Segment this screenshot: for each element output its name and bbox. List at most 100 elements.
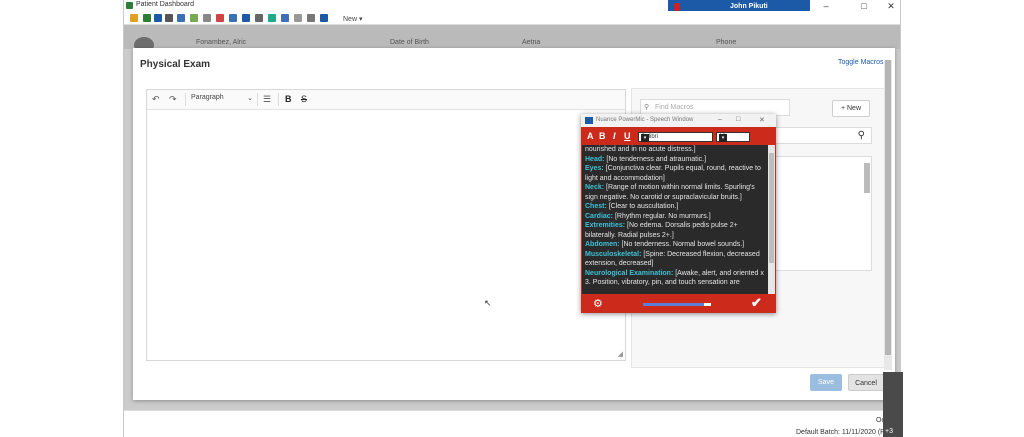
gear-icon[interactable]: ⚙ xyxy=(593,297,603,310)
chevron-down-icon: ⌄ xyxy=(247,95,253,102)
settings-icon[interactable] xyxy=(307,14,315,22)
speech-line: Head: [No tenderness and atraumatic.] xyxy=(585,155,766,165)
new-icon[interactable] xyxy=(130,14,138,22)
audio-level-fill xyxy=(643,303,705,306)
grid-icon[interactable] xyxy=(242,14,250,22)
speech-footer: ⚙ ✔ xyxy=(581,295,776,313)
speech-window-titlebar[interactable]: Nuance PowerMic - Speech Window – □ ✕ xyxy=(581,114,776,127)
bold-button[interactable]: B xyxy=(285,94,292,104)
minimize-button[interactable]: – xyxy=(819,1,833,11)
minimize-button[interactable]: – xyxy=(718,116,722,123)
notification-count[interactable]: +3 xyxy=(885,428,893,435)
list-icon[interactable]: ☰ xyxy=(263,94,271,105)
search-icon: ⚲ xyxy=(644,104,650,111)
folder-icon[interactable] xyxy=(255,14,263,22)
toggle-macros-link[interactable]: Toggle Macros xyxy=(838,59,884,66)
speech-line: Extremities: [No edema. Dorsalis pedis p… xyxy=(585,221,766,240)
modal-title: Physical Exam xyxy=(140,59,211,70)
font-size-select[interactable]: 12 ▾ xyxy=(716,132,750,142)
document-icon[interactable] xyxy=(229,14,237,22)
exam-editor[interactable]: ↶ ↷ Paragraph ⌄ ☰ B S ◢ xyxy=(146,89,626,361)
app-icon xyxy=(126,2,133,9)
lock-icon[interactable] xyxy=(165,14,173,22)
section-label: Neurological Examination: xyxy=(585,269,674,277)
editor-toolbar: ↶ ↷ Paragraph ⌄ ☰ B S xyxy=(147,90,625,110)
patient-dashboard-window: Patient Dashboard John Pikuti – □ ✕ New … xyxy=(123,0,901,437)
section-text: [Rhythm regular. No murmurs.] xyxy=(613,212,711,220)
new-dropdown[interactable]: New ▾ xyxy=(343,15,362,23)
macro-search-box[interactable]: ⚲ xyxy=(762,127,872,144)
section-text: nourished and in no acute distress.] xyxy=(585,146,696,153)
tools-icon[interactable] xyxy=(294,14,302,22)
mail-icon[interactable] xyxy=(268,14,276,22)
save-button[interactable]: Save xyxy=(810,374,842,391)
section-label: Cardiac: xyxy=(585,212,614,220)
paragraph-label: Paragraph xyxy=(191,94,224,101)
section-label: Musculoskeletal: xyxy=(585,250,642,258)
scrollbar-thumb[interactable] xyxy=(885,60,891,355)
modal-scrollbar[interactable] xyxy=(884,60,892,370)
window-title: Patient Dashboard xyxy=(136,1,194,8)
divider xyxy=(185,93,186,106)
speech-line: Musculoskeletal: [Spine: Decreased flexi… xyxy=(585,250,766,269)
speech-app-icon xyxy=(585,117,593,124)
speech-line: Eyes: [Conjunctiva clear. Pupils equal, … xyxy=(585,164,766,183)
section-label: Extremities: xyxy=(585,222,626,229)
chart-icon[interactable] xyxy=(190,14,198,22)
calendar-icon[interactable] xyxy=(177,14,185,22)
search-icon[interactable]: ⚲ xyxy=(858,130,865,141)
speech-line: Cardiac: [Rhythm regular. No murmurs.] xyxy=(585,212,766,222)
speech-window-title: Nuance PowerMic - Speech Window xyxy=(596,117,694,123)
tasks-icon[interactable] xyxy=(281,14,289,22)
section-label: Abdomen: xyxy=(585,241,620,248)
print-icon[interactable] xyxy=(203,14,211,22)
section-text: [Conjunctiva clear. Pupils equal, round,… xyxy=(585,165,761,182)
underline-button[interactable]: U xyxy=(624,131,631,141)
chevron-down-icon: ▾ xyxy=(641,134,649,142)
speech-line: nourished and in no acute distress.] xyxy=(585,145,766,155)
main-toolbar: New ▾ xyxy=(124,11,900,25)
font-select[interactable]: Calibri ▾ xyxy=(638,132,713,142)
speech-line: Neck: [Range of motion within normal lim… xyxy=(585,183,766,202)
mouse-cursor-icon: ↖ xyxy=(484,298,492,308)
font-color-button[interactable]: A xyxy=(587,131,594,141)
chevron-down-icon: ▾ xyxy=(719,134,727,142)
status-bar: Oc Default Batch: 11/11/2020 (Pikuti) xyxy=(124,410,900,437)
maximize-button[interactable]: □ xyxy=(736,116,740,123)
section-text: [Range of motion within normal limits. S… xyxy=(585,184,755,201)
speech-text-area[interactable]: nourished and in no acute distress.] Head… xyxy=(582,145,769,294)
find-macros-placeholder: Find Macros xyxy=(655,104,694,111)
resize-handle-icon[interactable]: ◢ xyxy=(618,350,623,358)
section-label: Eyes: xyxy=(585,165,604,172)
check-icon[interactable]: ✔ xyxy=(751,295,762,311)
cancel-button[interactable]: Cancel xyxy=(848,374,884,391)
undo-icon[interactable]: ↶ xyxy=(152,94,160,105)
section-text: [No tenderness. Normal bowel sounds.] xyxy=(619,241,745,248)
close-button[interactable]: ✕ xyxy=(759,116,765,124)
user-name: John Pikuti xyxy=(730,3,768,10)
section-label: Head: xyxy=(585,155,605,163)
macro-list[interactable] xyxy=(762,156,872,271)
italic-button[interactable]: I xyxy=(613,131,616,141)
speech-line: Abdomen: [No tenderness. Normal bowel so… xyxy=(585,240,766,250)
speech-window: Nuance PowerMic - Speech Window – □ ✕ A … xyxy=(581,114,776,313)
maximize-button[interactable]: □ xyxy=(857,1,871,11)
help-icon[interactable] xyxy=(320,14,328,22)
speech-scrollbar[interactable] xyxy=(768,145,775,294)
section-label: Neck: xyxy=(585,184,605,191)
paragraph-select[interactable]: Paragraph ⌄ xyxy=(191,94,253,102)
side-panel: +3 xyxy=(883,372,903,437)
section-text: [Clear to auscultation.] xyxy=(606,203,679,210)
scrollbar[interactable] xyxy=(864,163,870,193)
bold-button[interactable]: B xyxy=(599,131,606,141)
physical-exam-modal: Physical Exam Toggle Macros ↶ ↷ Paragrap… xyxy=(133,48,895,400)
divider xyxy=(278,93,279,106)
strikethrough-button[interactable]: S xyxy=(301,94,307,104)
person-icon[interactable] xyxy=(154,14,162,22)
redo-icon[interactable]: ↷ xyxy=(169,94,177,105)
new-macro-button[interactable]: + New xyxy=(832,100,870,117)
alert-icon[interactable] xyxy=(216,14,224,22)
dollar-icon[interactable] xyxy=(143,14,151,22)
scrollbar-thumb[interactable] xyxy=(769,153,774,263)
speech-line: Chest: [Clear to auscultation.] xyxy=(585,202,766,212)
